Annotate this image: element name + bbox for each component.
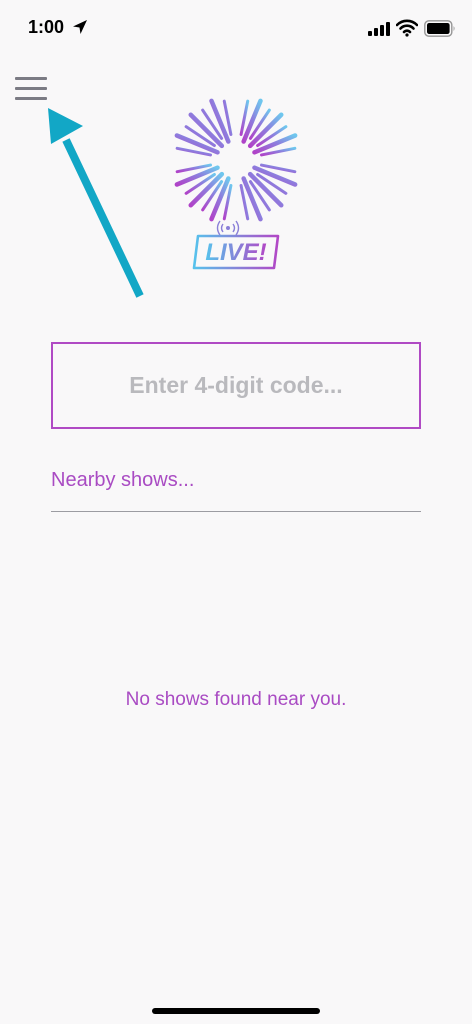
live-logo-icon: LIVE! xyxy=(169,93,303,270)
home-indicator[interactable] xyxy=(152,1008,320,1014)
cellular-signal-icon xyxy=(368,22,390,36)
wifi-icon xyxy=(396,19,418,37)
divider xyxy=(51,511,421,512)
logo-text: LIVE! xyxy=(205,239,266,266)
empty-state-message: No shows found near you. xyxy=(125,689,347,710)
status-time: 1:00 xyxy=(28,17,65,37)
battery-icon xyxy=(424,20,455,37)
nearby-shows-label: Nearby shows... xyxy=(51,469,195,491)
location-arrow-icon xyxy=(73,20,87,34)
annotation-arrow-icon xyxy=(48,108,144,298)
live-logo: LIVE! xyxy=(160,88,312,278)
code-input[interactable] xyxy=(51,342,421,429)
status-bar: 1:00 xyxy=(0,0,472,60)
